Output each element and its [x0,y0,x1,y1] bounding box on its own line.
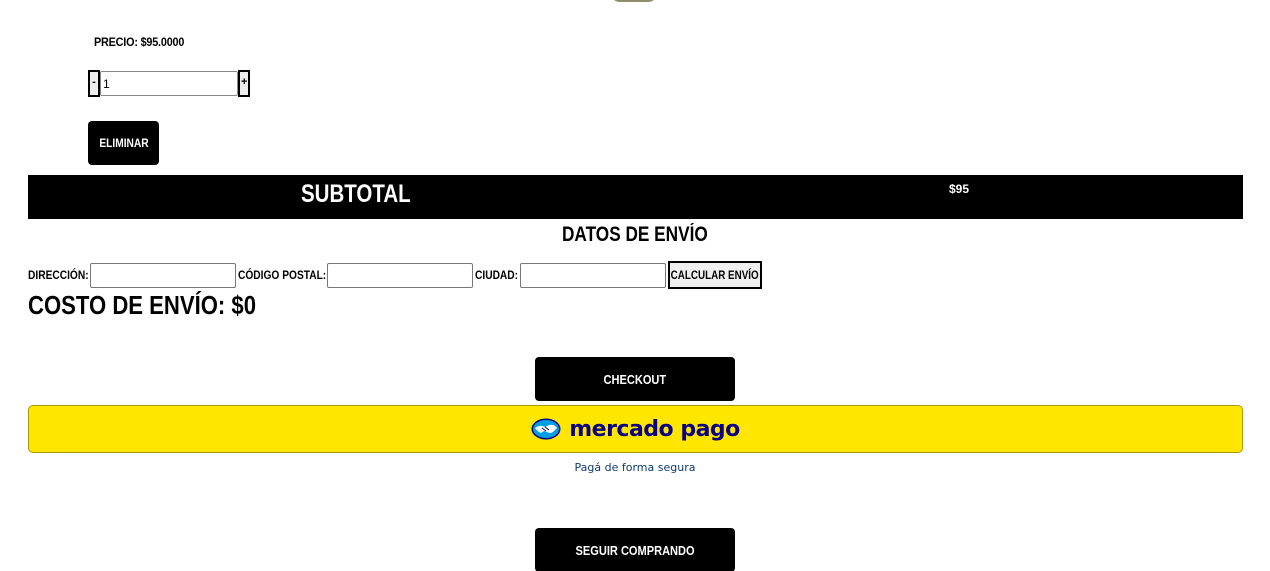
mercadopago-button[interactable]: mercado pago [28,405,1243,453]
handshake-icon [531,418,561,440]
shipping-cost: COSTO DE ENVÍO: $0 [28,290,257,320]
city-label: CIUDAD: [475,268,519,282]
secure-payment-text: Pagá de forma segura [574,461,696,474]
quantity-stepper: - + [88,70,250,97]
address-label: DIRECCIÓN: [28,268,89,282]
address-field[interactable] [90,262,236,288]
product-image [610,0,658,2]
decrement-button[interactable]: - [88,70,100,97]
remove-item-label: ELIMINAR [98,136,149,150]
product-price: PRECIO: $95.0000 [94,35,185,49]
postal-code-field[interactable] [327,262,473,288]
city-field[interactable] [520,262,666,288]
postal-code-label: CÓDIGO POSTAL: [238,268,327,282]
mercadopago-logo: mercado pago [531,417,740,442]
continue-shopping-button[interactable]: SEGUIR COMPRANDO [535,528,735,571]
increment-button[interactable]: + [238,70,250,97]
remove-item-button[interactable]: ELIMINAR [88,121,159,165]
calculate-shipping-button[interactable]: CALCULAR ENVÍO [668,261,762,289]
quantity-input[interactable] [100,71,238,96]
subtotal-bar: SUBTOTAL $95 [28,175,1243,219]
shipping-title: DATOS DE ENVÍO [562,223,708,246]
subtotal-label: SUBTOTAL [301,180,411,208]
checkout-button[interactable]: CHECKOUT [535,357,735,401]
shipping-form: DIRECCIÓN: CÓDIGO POSTAL: CIUDAD: CALCUL… [28,261,762,289]
subtotal-value: $95 [949,182,970,196]
mercadopago-text: mercado pago [569,416,740,442]
